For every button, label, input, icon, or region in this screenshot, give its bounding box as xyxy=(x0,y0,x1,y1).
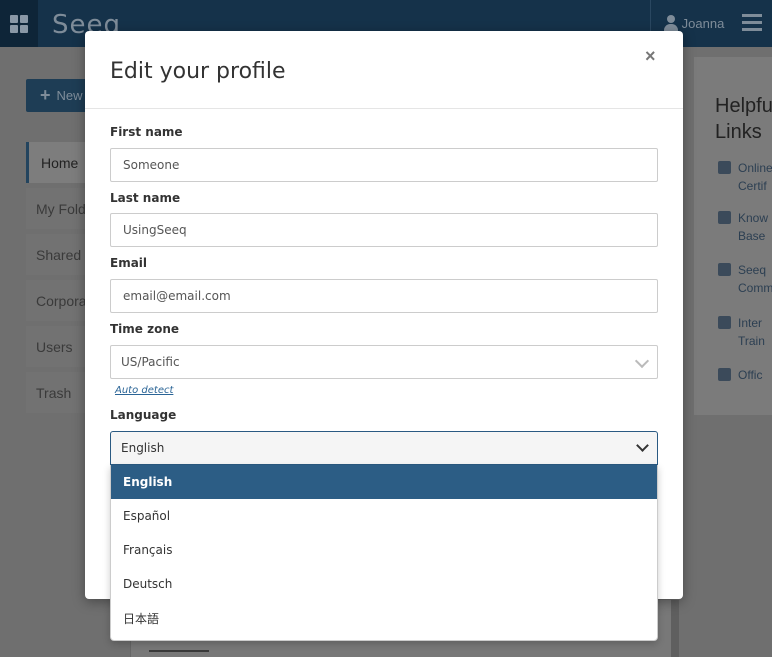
help-link-seeq-community[interactable]: Seeq Comm xyxy=(718,261,772,297)
helpful-links-title: Helpful Links xyxy=(715,95,772,143)
app-grid-button[interactable] xyxy=(0,0,38,47)
language-dropdown-menu: English Español Français Deutsch 日本語 xyxy=(110,465,658,641)
time-zone-value: US/Pacific xyxy=(121,355,180,369)
helpful-links-panel: Helpful Links Online Certif Know Base Se… xyxy=(694,57,772,415)
help-link-knowledge-base[interactable]: Know Base xyxy=(718,209,772,245)
headset-icon xyxy=(718,368,731,381)
last-name-label: Last name xyxy=(110,191,181,205)
chevron-down-icon xyxy=(634,353,650,369)
plus-icon: + xyxy=(40,85,51,105)
book-icon xyxy=(718,211,731,224)
modal-header: Edit your profile × xyxy=(85,31,683,109)
language-label: Language xyxy=(110,408,177,422)
grid-icon xyxy=(10,14,28,33)
chat-icon xyxy=(718,263,731,276)
last-name-input[interactable]: UsingSeeq xyxy=(110,213,658,247)
language-option-japanese[interactable]: 日本語 xyxy=(111,601,657,635)
modal-title: Edit your profile xyxy=(110,59,286,84)
help-link-online-certification[interactable]: Online Certif xyxy=(718,159,772,195)
hamburger-menu-icon[interactable] xyxy=(742,14,762,31)
time-zone-select[interactable]: US/Pacific xyxy=(110,345,658,379)
help-link-training[interactable]: Inter Train xyxy=(718,314,772,350)
language-option-english[interactable]: English xyxy=(111,465,657,499)
auto-detect-link[interactable]: Auto detect xyxy=(115,385,173,396)
language-option-french[interactable]: Français xyxy=(111,533,657,567)
chevron-down-icon xyxy=(636,439,649,452)
ribbon-icon xyxy=(718,161,731,174)
user-name: Joanna xyxy=(681,16,725,31)
language-select[interactable]: English xyxy=(110,431,658,465)
language-value: English xyxy=(121,441,165,455)
help-link-office-hours[interactable]: Offic xyxy=(718,366,772,384)
first-name-input[interactable]: Someone xyxy=(110,148,658,182)
new-button-label: New xyxy=(56,88,83,103)
email-input[interactable]: email@email.com xyxy=(110,279,658,313)
time-zone-label: Time zone xyxy=(110,322,180,336)
graduation-cap-icon xyxy=(718,316,731,329)
email-label: Email xyxy=(110,256,148,270)
first-name-label: First name xyxy=(110,125,183,139)
language-option-spanish[interactable]: Español xyxy=(111,499,657,533)
language-option-german[interactable]: Deutsch xyxy=(111,567,657,601)
close-icon[interactable]: × xyxy=(645,46,656,67)
user-icon xyxy=(663,14,678,33)
